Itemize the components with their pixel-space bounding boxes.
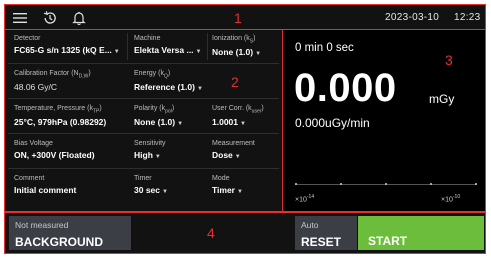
readout-panel: 0 min 0 sec 3 0.000 mGy 0.000uGy/min ×10… (282, 29, 486, 212)
timer-label: Timer (134, 175, 152, 182)
machine-value: Elekta Versa ... (134, 45, 194, 55)
measurement-setting[interactable]: Measurement Dose ▼ (212, 140, 255, 160)
action-bar: Not measured BACKGROUND 4 Auto RESET STA… (4, 212, 486, 254)
menu-icon[interactable] (12, 10, 28, 26)
date-display: 2023-03-10 (385, 12, 440, 23)
bias-voltage-value: ON, +300V (Floated) (14, 150, 95, 160)
range-scale (295, 180, 477, 190)
row-divider (8, 63, 279, 64)
dropdown-caret-icon: ▼ (162, 189, 168, 195)
ionization-value: None (1.0) (212, 47, 254, 58)
detector-label: Detector (14, 35, 41, 42)
zone-number-1: 1 (234, 10, 242, 26)
ionization-setting[interactable]: Ionization (kS) None (1.0) ▼ (212, 35, 261, 57)
dropdown-caret-icon: ▼ (234, 154, 241, 160)
row-divider (8, 133, 279, 134)
detector-setting[interactable]: Detector FC65-G s/n 1325 (kQ E... ▼ (14, 35, 120, 55)
calibration-value: 48.06 Gy/C (14, 82, 57, 93)
scale-min-label: ×10-14 (295, 194, 315, 204)
row-divider (8, 168, 279, 169)
dropdown-caret-icon: ▼ (196, 86, 203, 93)
scale-max-label: ×10-10 (441, 194, 461, 204)
scale-tick (430, 183, 432, 185)
top-bar: 1 2023-03-10 12:23 (4, 4, 486, 30)
bias-voltage-label: Bias Voltage (14, 140, 53, 147)
calibration-setting[interactable]: Calibration Factor (ND,W) 48.06 Gy/C (14, 70, 91, 92)
reset-label: RESET (301, 235, 342, 249)
dropdown-caret-icon: ▼ (177, 121, 184, 128)
dropdown-caret-icon: ▼ (237, 189, 243, 195)
settings-panel: Detector FC65-G s/n 1325 (kQ E... ▼ Machi… (4, 29, 283, 212)
column-divider (207, 33, 208, 60)
zone-number-2: 2 (231, 74, 239, 90)
mode-setting[interactable]: Mode Timer ▼ (212, 175, 243, 195)
user-correction-label: User Corr. (kuser) (212, 105, 264, 115)
polarity-value: None (1.0) (134, 117, 176, 128)
background-status: Not measured (15, 220, 69, 230)
dose-value: 0.000 (294, 66, 397, 110)
machine-label: Machine (134, 35, 161, 42)
bell-icon[interactable] (71, 10, 87, 26)
history-icon[interactable] (42, 10, 58, 26)
dose-rate: 0.000uGy/min (295, 116, 370, 130)
timer-value: 30 sec (134, 185, 160, 195)
comment-setting[interactable]: Comment Initial comment (14, 175, 76, 195)
scale-tick (295, 183, 297, 185)
mode-label: Mode (212, 175, 230, 182)
calibration-label: Calibration Factor (ND,W) (14, 70, 91, 80)
temperature-pressure-setting[interactable]: Temperature, Pressure (kTP) 25°C, 979hPa… (14, 105, 106, 127)
sensitivity-label: Sensitivity (134, 140, 166, 147)
user-correction-setting[interactable]: User Corr. (kuser) 1.0001 ▼ (212, 105, 264, 127)
dropdown-caret-icon: ▼ (154, 154, 161, 160)
column-divider (127, 33, 128, 60)
reset-button[interactable]: Auto RESET (295, 216, 357, 250)
polarity-label: Polarity (kpol) (134, 105, 175, 115)
bias-voltage-setting[interactable]: Bias Voltage ON, +300V (Floated) (14, 140, 95, 160)
comment-label: Comment (14, 175, 45, 182)
temperature-label: Temperature, Pressure (kTP) (14, 105, 102, 115)
energy-setting[interactable]: Energy (kQ) Reference (1.0) ▼ (134, 70, 203, 92)
measurement-value: Dose (212, 150, 233, 160)
zone-number-4: 4 (207, 225, 215, 241)
dropdown-caret-icon: ▼ (240, 121, 246, 128)
timer-setting[interactable]: Timer 30 sec ▼ (134, 175, 168, 195)
row-divider (8, 98, 279, 99)
mode-value: Timer (212, 185, 235, 195)
background-button[interactable]: Not measured BACKGROUND (9, 216, 131, 250)
dropdown-caret-icon: ▼ (113, 49, 120, 55)
energy-label: Energy (kQ) (134, 70, 171, 80)
scale-tick (340, 183, 342, 185)
start-label: START (368, 234, 408, 248)
reset-mode: Auto (301, 220, 319, 230)
elapsed-time: 0 min 0 sec (295, 42, 354, 54)
ionization-label: Ionization (kS) (212, 35, 256, 45)
polarity-setting[interactable]: Polarity (kpol) None (1.0) ▼ (134, 105, 183, 127)
measurement-label: Measurement (212, 140, 255, 147)
electrometer-app: 1 2023-03-10 12:23 Detector FC65-G s/n 1… (0, 0, 491, 258)
detector-value: FC65-G s/n 1325 (kQ E... (14, 45, 112, 55)
energy-value: Reference (1.0) (134, 82, 195, 93)
background-label: BACKGROUND (15, 235, 103, 249)
sensitivity-value: High (134, 150, 153, 160)
user-correction-value: 1.0001 (212, 117, 238, 128)
sensitivity-setting[interactable]: Sensitivity High ▼ (134, 140, 166, 160)
dropdown-caret-icon: ▼ (195, 49, 202, 55)
temperature-value: 25°C, 979hPa (0.98292) (14, 117, 107, 128)
start-button[interactable]: START (358, 216, 484, 250)
comment-value: Initial comment (14, 185, 77, 195)
scale-tick (385, 183, 387, 185)
zone-number-3: 3 (445, 52, 453, 68)
dropdown-caret-icon: ▼ (255, 51, 262, 58)
machine-setting[interactable]: Machine Elekta Versa ... ▼ (134, 35, 202, 55)
time-display: 12:23 (454, 12, 481, 23)
dose-unit: mGy (429, 92, 455, 106)
scale-tick (475, 183, 477, 185)
